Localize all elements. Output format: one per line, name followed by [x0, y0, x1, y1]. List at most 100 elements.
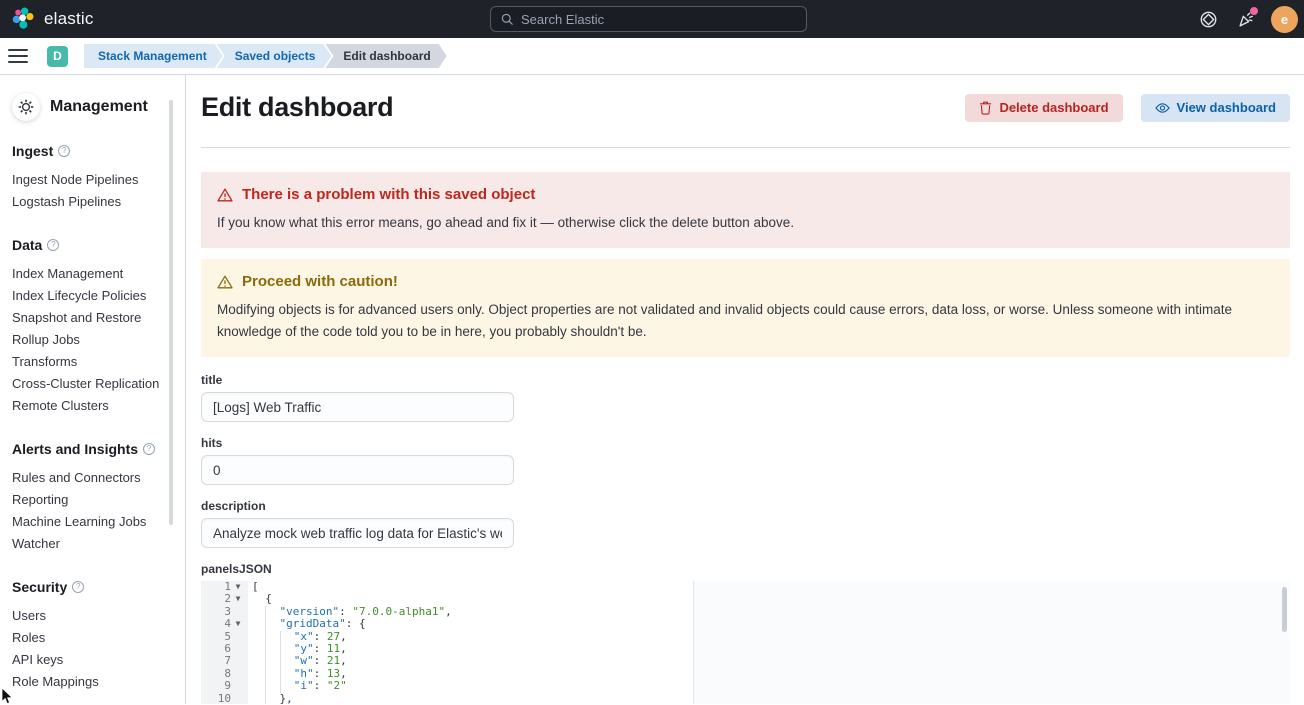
- section-label: Security?: [12, 579, 185, 595]
- caution-callout-body: Modifying objects is for advanced users …: [217, 299, 1274, 343]
- user-avatar[interactable]: e: [1271, 6, 1298, 33]
- space-avatar[interactable]: D: [47, 46, 68, 67]
- description-field-label: description: [201, 499, 514, 513]
- sidebar-item-role-mappings[interactable]: Role Mappings: [12, 671, 185, 693]
- code-line: 7 "w": 21,: [201, 655, 1290, 667]
- breadcrumb-saved-objects[interactable]: Saved objects: [217, 44, 332, 68]
- fold-spacer: [231, 655, 245, 667]
- sidebar-item-logstash-pipelines[interactable]: Logstash Pipelines: [12, 191, 185, 213]
- panelsjson-field-label: panelsJSON: [201, 562, 1290, 576]
- sidebar-section-data: Data? Index ManagementIndex Lifecycle Pol…: [12, 237, 185, 417]
- main-content: Edit dashboard Delete dashboard View: [186, 75, 1304, 704]
- warning-icon: [217, 188, 233, 202]
- sidebar-item-rules-and-connectors[interactable]: Rules and Connectors: [12, 467, 185, 489]
- trash-icon: [979, 101, 992, 115]
- gutter: 2▼: [201, 593, 248, 605]
- title-field-label: title: [201, 373, 514, 387]
- page-title: Edit dashboard: [201, 92, 393, 123]
- code-line: 8 "h": 13,: [201, 668, 1290, 680]
- code-text: "i": "2": [248, 680, 347, 692]
- sidebar-item-watcher[interactable]: Watcher: [12, 533, 185, 555]
- error-callout-body: If you know what this error means, go ah…: [217, 212, 1274, 234]
- sidebar-item-rollup-jobs[interactable]: Rollup Jobs: [12, 329, 185, 351]
- breadcrumb-bar: D Stack ManagementSaved objectsEdit dash…: [0, 38, 1304, 75]
- sidebar-item-transforms[interactable]: Transforms: [12, 351, 185, 373]
- section-label: Ingest?: [12, 143, 185, 159]
- search-icon: [501, 13, 514, 26]
- title-field[interactable]: [201, 392, 514, 422]
- code-line: 1▼[: [201, 581, 1290, 593]
- fold-spacer: [231, 631, 245, 643]
- sidebar-item-cross-cluster-replication[interactable]: Cross-Cluster Replication: [12, 373, 185, 395]
- error-callout-title: There is a problem with this saved objec…: [242, 186, 535, 203]
- notification-dot: [1250, 7, 1258, 15]
- caution-callout-title: Proceed with caution!: [242, 273, 398, 290]
- sidebar-item-index-lifecycle-policies[interactable]: Index Lifecycle Policies: [12, 285, 185, 307]
- elastic-logo[interactable]: elastic: [0, 6, 94, 32]
- view-dashboard-button[interactable]: View dashboard: [1141, 94, 1290, 122]
- sidebar-item-index-management[interactable]: Index Management: [12, 263, 185, 285]
- menu-toggle-icon[interactable]: [8, 49, 28, 63]
- error-callout: There is a problem with this saved objec…: [201, 172, 1290, 248]
- section-label: Alerts and Insights?: [12, 441, 185, 457]
- hits-field[interactable]: [201, 455, 514, 485]
- brand-name: elastic: [44, 9, 94, 29]
- gear-icon: [12, 93, 40, 121]
- newsfeed-icon[interactable]: [1233, 6, 1259, 32]
- breadcrumb-stack-management[interactable]: Stack Management: [84, 44, 223, 68]
- sidebar-item-api-keys[interactable]: API keys: [12, 649, 185, 671]
- delete-dashboard-button[interactable]: Delete dashboard: [965, 94, 1122, 122]
- code-text: {: [248, 593, 272, 605]
- breadcrumb-edit-dashboard: Edit dashboard: [325, 44, 446, 68]
- gutter: 7: [201, 655, 248, 667]
- code-line: 4▼ "gridData": {: [201, 618, 1290, 630]
- code-line: 5 "x": 27,: [201, 631, 1290, 643]
- help-icon[interactable]: ?: [143, 443, 155, 455]
- sidebar-item-reporting[interactable]: Reporting: [12, 489, 185, 511]
- sidebar-scrollbar[interactable]: [169, 100, 173, 525]
- fold-spacer: [231, 606, 245, 618]
- divider: [201, 147, 1290, 148]
- fold-spacer: [231, 668, 245, 680]
- hits-field-label: hits: [201, 436, 514, 450]
- help-icon[interactable]: ?: [47, 239, 59, 251]
- warning-icon: [217, 275, 233, 289]
- breadcrumbs: Stack ManagementSaved objectsEdit dashbo…: [84, 44, 447, 68]
- fold-spacer: [231, 643, 245, 655]
- code-line: 10 },: [201, 693, 1290, 704]
- fold-toggle-icon[interactable]: ▼: [231, 593, 245, 605]
- sidebar-section-ingest: Ingest? Ingest Node PipelinesLogstash Pip…: [12, 143, 185, 213]
- sidebar-nav: Ingest? Ingest Node PipelinesLogstash Pip…: [12, 143, 185, 693]
- help-icon[interactable]: ?: [58, 145, 70, 157]
- fold-toggle-icon[interactable]: ▼: [231, 581, 245, 593]
- code-lines: 1▼[2▼ {3 "version": "7.0.0-alpha1",4▼ "g…: [201, 581, 1290, 704]
- code-line: 6 "y": 11,: [201, 643, 1290, 655]
- gutter: 4▼: [201, 618, 248, 630]
- help-icon[interactable]: ?: [72, 581, 84, 593]
- global-search-input[interactable]: Search Elastic: [490, 6, 807, 32]
- sidebar-section-security: Security? UsersRolesAPI keysRole Mappings: [12, 579, 185, 693]
- sidebar-item-machine-learning-jobs[interactable]: Machine Learning Jobs: [12, 511, 185, 533]
- mouse-cursor: [1, 688, 13, 705]
- fold-spacer: [231, 680, 245, 692]
- gutter: 10: [201, 693, 248, 704]
- sidebar-item-ingest-node-pipelines[interactable]: Ingest Node Pipelines: [12, 169, 185, 191]
- code-text: },: [248, 693, 293, 704]
- sidebar-item-snapshot-and-restore[interactable]: Snapshot and Restore: [12, 307, 185, 329]
- elastic-logo-icon: [10, 6, 36, 32]
- caution-callout: Proceed with caution! Modifying objects …: [201, 259, 1290, 357]
- panelsjson-code-editor[interactable]: 1▼[2▼ {3 "version": "7.0.0-alpha1",4▼ "g…: [201, 581, 1290, 704]
- top-navigation-bar: elastic Search Elastic e: [0, 0, 1304, 38]
- sidebar-item-remote-clusters[interactable]: Remote Clusters: [12, 395, 185, 417]
- search-placeholder: Search Elastic: [521, 12, 604, 27]
- eye-icon: [1155, 102, 1170, 114]
- sidebar-title: Management: [50, 98, 148, 116]
- description-field[interactable]: [201, 518, 514, 548]
- sidebar-section-alerts-and-insights: Alerts and Insights? Rules and Connectors…: [12, 441, 185, 555]
- sidebar-item-roles[interactable]: Roles: [12, 627, 185, 649]
- management-sidebar: Management Ingest? Ingest Node PipelinesL…: [0, 75, 186, 704]
- section-label: Data?: [12, 237, 185, 253]
- deployment-icon[interactable]: [1195, 6, 1221, 32]
- fold-toggle-icon[interactable]: ▼: [231, 618, 245, 630]
- sidebar-item-users[interactable]: Users: [12, 605, 185, 627]
